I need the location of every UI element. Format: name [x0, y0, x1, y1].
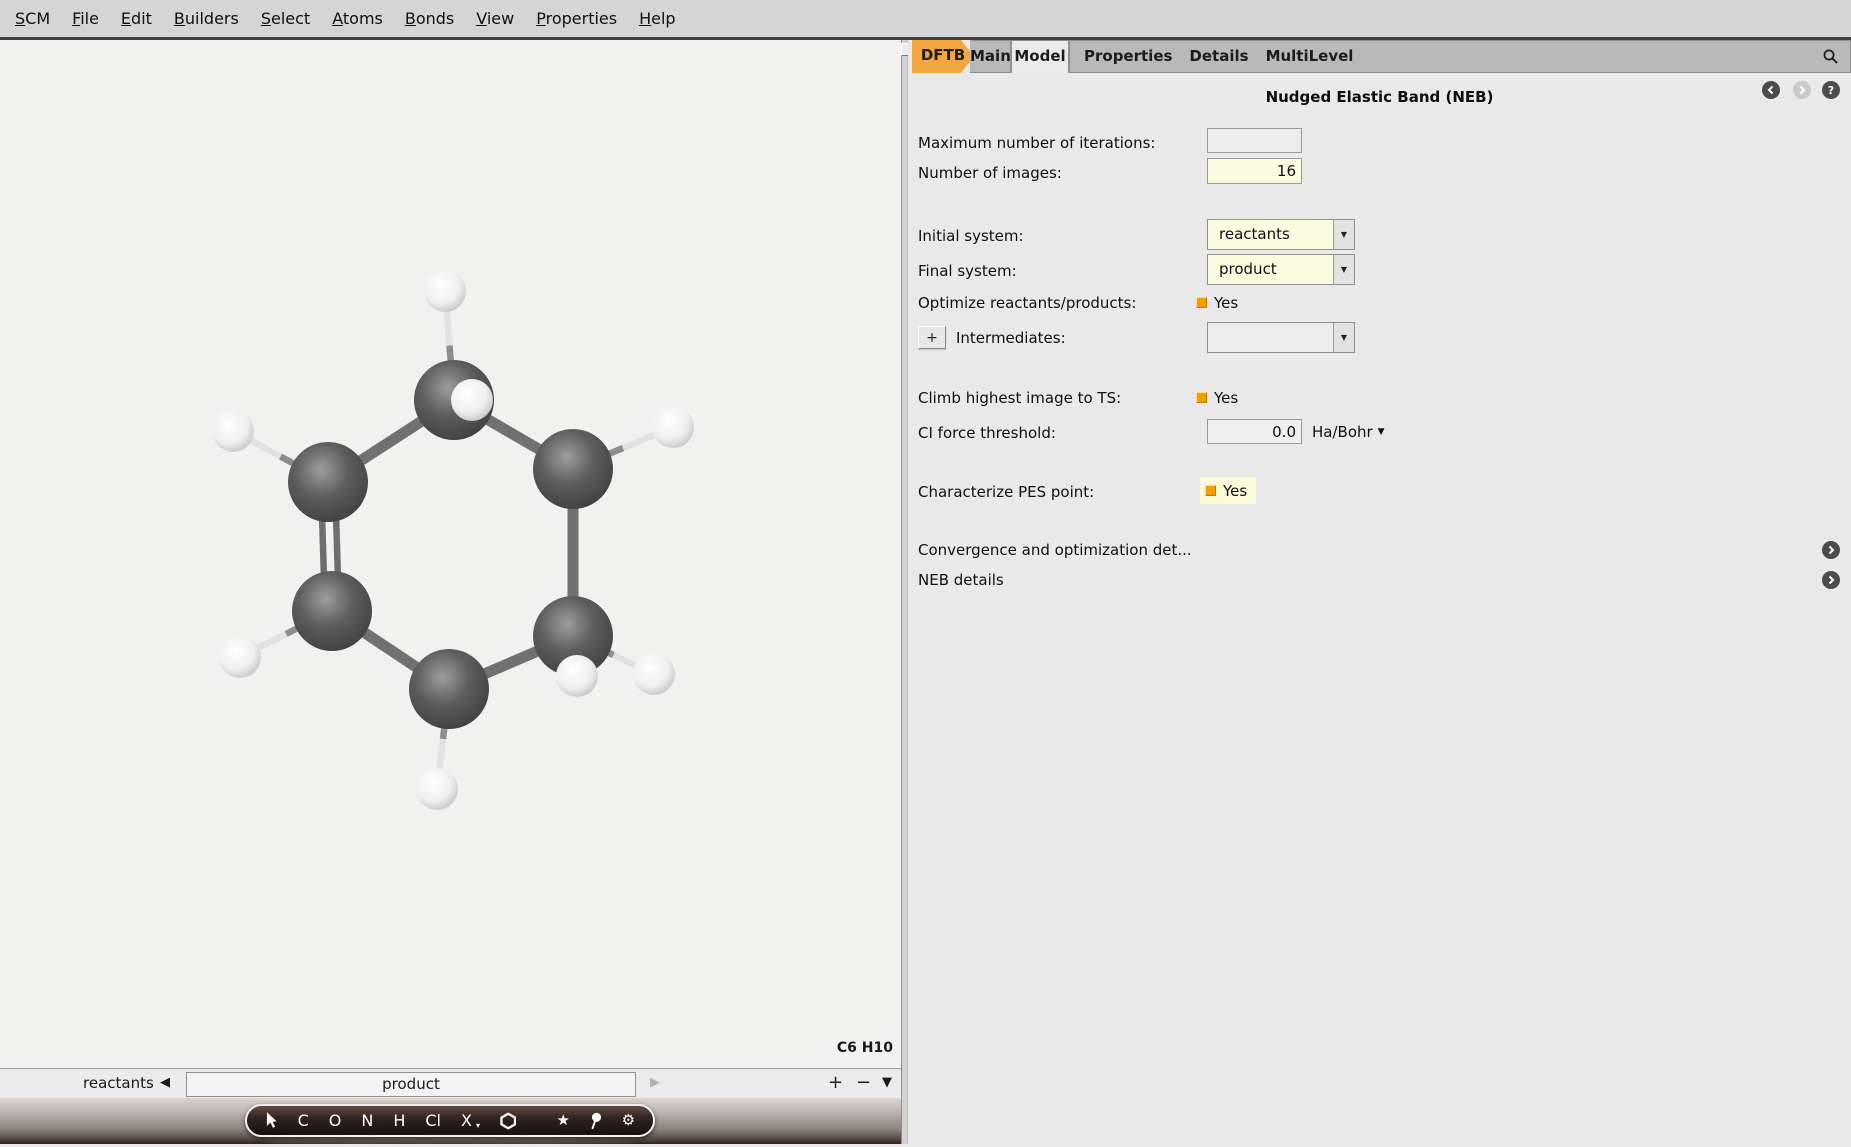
max-iterations-label: Maximum number of iterations: — [918, 130, 1155, 155]
characterize-value: Yes — [1223, 482, 1247, 500]
num-images-input[interactable]: 16 — [1207, 158, 1302, 184]
settings-tool-icon[interactable]: ⚙ — [622, 1113, 635, 1128]
tab-main[interactable]: Main — [970, 40, 1011, 73]
intermediates-dropdown-icon[interactable]: ▼ — [1333, 323, 1354, 352]
element-picker-button[interactable]: X — [461, 1113, 472, 1129]
convergence-details-chevron-icon[interactable] — [1822, 541, 1840, 559]
neb-details-chevron-icon[interactable] — [1822, 571, 1840, 589]
structures-tool-icon[interactable]: ★ — [556, 1113, 569, 1128]
characterize-label: Characterize PES point: — [918, 479, 1094, 504]
optimize-label: Optimize reactants/products: — [918, 291, 1136, 314]
menubar: SCM File Edit Builders Select Atoms Bond… — [0, 0, 1851, 40]
menu-view[interactable]: View — [465, 9, 525, 28]
molecule-viewport[interactable]: C6 H10 — [0, 40, 901, 1068]
page-title: Nudged Elastic Band (NEB) — [908, 88, 1851, 106]
tab-bar: Properties Details MultiLevel — [1069, 40, 1851, 73]
formula-label: C6 H10 — [837, 1040, 893, 1056]
intermediates-value — [1208, 323, 1333, 352]
tab-multilevel[interactable]: MultiLevel — [1262, 41, 1358, 72]
climb-checkbox-icon[interactable] — [1196, 392, 1207, 403]
menu-builders[interactable]: Builders — [163, 9, 250, 28]
intermediates-label: Intermediates: — [956, 326, 1066, 349]
initial-system-value: reactants — [1208, 220, 1333, 249]
unit-dropdown-icon: ▼ — [1378, 427, 1385, 437]
convergence-details-link[interactable]: Convergence and optimization det... — [918, 540, 1192, 560]
num-images-value: 16 — [1208, 162, 1301, 180]
panel-sash[interactable] — [901, 40, 908, 1144]
ci-force-label: CI force threshold: — [918, 420, 1056, 445]
element-picker-caret-icon: ▾ — [476, 1121, 480, 1135]
frames-strip: reactants ◀ product ▶ + − ▼ — [0, 1068, 901, 1098]
balloon-tool-icon[interactable] — [590, 1112, 602, 1130]
add-intermediate-button[interactable]: + — [918, 326, 946, 349]
characterize-checkbox[interactable]: Yes — [1200, 477, 1256, 504]
element-button-c[interactable]: C — [298, 1113, 309, 1129]
characterize-checkbox-icon[interactable] — [1205, 485, 1216, 496]
menu-help[interactable]: Help — [628, 9, 686, 28]
optimize-value: Yes — [1214, 294, 1238, 312]
next-frame-icon[interactable]: ▶ — [650, 1069, 660, 1097]
tab-row: DFTB Main Model Properties Details Multi… — [908, 40, 1851, 73]
menu-scm[interactable]: SCM — [4, 9, 61, 28]
neb-details-link[interactable]: NEB details — [918, 570, 1004, 590]
optimize-checkbox-icon[interactable] — [1196, 297, 1207, 308]
menu-select[interactable]: Select — [250, 9, 321, 28]
final-system-dropdown-icon[interactable]: ▼ — [1333, 255, 1354, 284]
climb-value: Yes — [1214, 389, 1238, 407]
final-system-label: Final system: — [918, 258, 1017, 283]
tab-properties[interactable]: Properties — [1080, 41, 1176, 72]
search-icon[interactable] — [1820, 47, 1840, 67]
menu-edit[interactable]: Edit — [110, 9, 163, 28]
climb-checkbox[interactable]: Yes — [1196, 386, 1238, 409]
menu-file[interactable]: File — [61, 9, 110, 28]
ci-force-input[interactable]: 0.0 — [1207, 419, 1302, 444]
element-button-o[interactable]: O — [329, 1113, 342, 1129]
num-images-label: Number of images: — [918, 160, 1062, 185]
climb-label: Climb highest image to TS: — [918, 386, 1121, 409]
element-button-n[interactable]: N — [361, 1113, 373, 1129]
ci-force-unit-label: Ha/Bohr — [1312, 423, 1373, 441]
molecule-render[interactable] — [0, 40, 901, 1068]
toolbar-reflection — [265, 1138, 635, 1147]
ci-force-value: 0.0 — [1208, 423, 1301, 441]
ring-structure-tool-icon[interactable] — [500, 1112, 516, 1130]
pointer-tool-icon[interactable] — [265, 1112, 278, 1129]
intermediates-combo[interactable]: ▼ — [1207, 322, 1355, 353]
tab-model-active[interactable]: Model — [1011, 40, 1069, 73]
optimize-checkbox[interactable]: Yes — [1196, 291, 1238, 314]
add-frame-button[interactable]: + — [828, 1069, 843, 1097]
max-iterations-input[interactable] — [1207, 128, 1302, 153]
remove-frame-button[interactable]: − — [856, 1069, 871, 1097]
initial-system-label: Initial system: — [918, 223, 1024, 248]
ci-force-unit-selector[interactable]: Ha/Bohr ▼ — [1312, 419, 1385, 444]
final-system-combo[interactable]: product ▼ — [1207, 254, 1355, 285]
element-button-h[interactable]: H — [393, 1113, 405, 1129]
final-system-value: product — [1208, 255, 1333, 284]
viewport-floor: C O N H Cl X ▾ ★ ⚙ — [0, 1098, 901, 1144]
tab-details[interactable]: Details — [1185, 41, 1252, 72]
menu-atoms[interactable]: Atoms — [321, 9, 394, 28]
tab-dftb[interactable]: DFTB — [912, 40, 974, 73]
element-button-cl[interactable]: Cl — [425, 1113, 441, 1129]
frame-tab-reactants[interactable]: reactants — [83, 1069, 154, 1097]
menu-bonds[interactable]: Bonds — [394, 9, 465, 28]
prev-frame-icon[interactable]: ◀ — [160, 1069, 170, 1097]
quick-toolbar: C O N H Cl X ▾ ★ ⚙ — [245, 1104, 655, 1137]
frames-menu-icon[interactable]: ▼ — [882, 1069, 892, 1097]
input-panel: DFTB Main Model Properties Details Multi… — [908, 40, 1851, 1144]
initial-system-combo[interactable]: reactants ▼ — [1207, 219, 1355, 250]
amsinput-window: SCM File Edit Builders Select Atoms Bond… — [0, 0, 1851, 1144]
initial-system-dropdown-icon[interactable]: ▼ — [1333, 220, 1354, 249]
frame-tab-product[interactable]: product — [186, 1072, 636, 1097]
menu-properties[interactable]: Properties — [525, 9, 628, 28]
